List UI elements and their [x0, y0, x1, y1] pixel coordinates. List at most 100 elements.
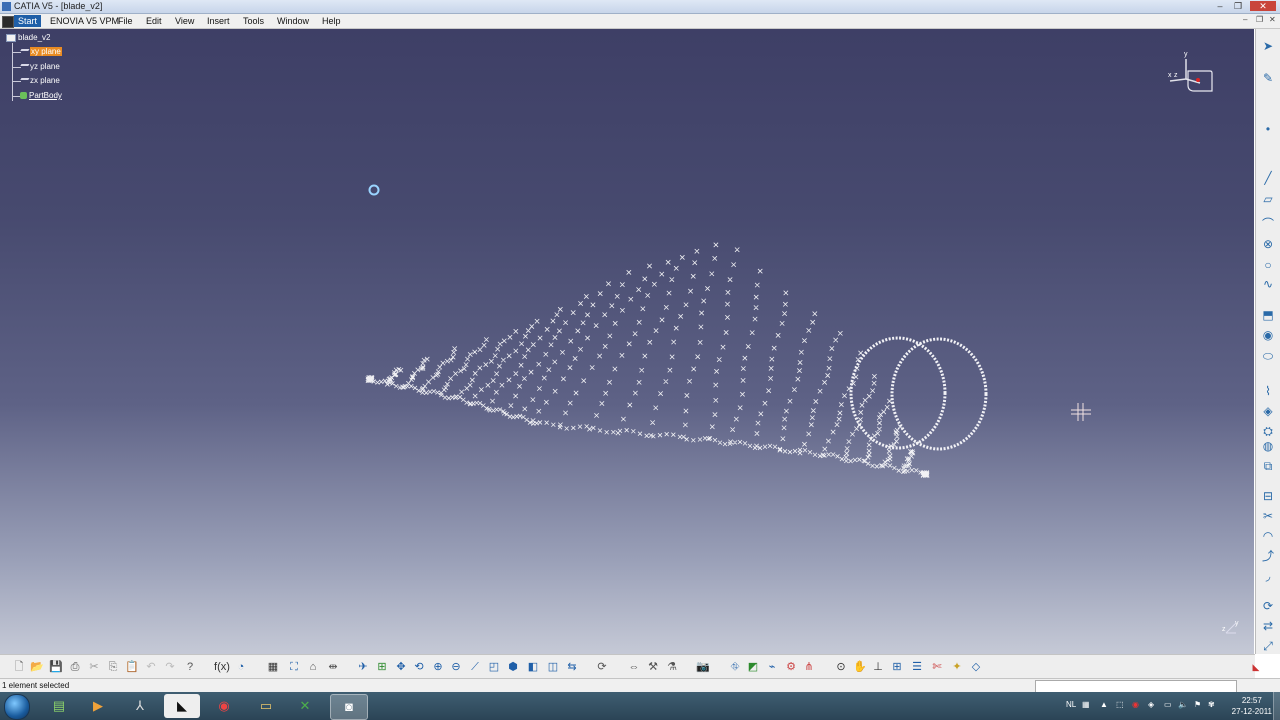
close-button[interactable]: ✕: [1250, 1, 1276, 11]
extract-icon[interactable]: ⤴: [1260, 549, 1276, 563]
catalog-icon[interactable]: ⌂: [305, 659, 321, 675]
cut-icon[interactable]: ✂: [86, 659, 102, 675]
pan-icon[interactable]: ✥: [393, 659, 409, 675]
porcupine-icon[interactable]: ⋔: [801, 659, 817, 675]
rotate-icon[interactable]: ⟲: [411, 659, 427, 675]
swap-space-icon[interactable]: ⇆: [564, 659, 580, 675]
network-icon[interactable]: ▦: [1082, 700, 1090, 709]
scale-icon[interactable]: ⤢: [1260, 639, 1276, 653]
sketch-icon[interactable]: ✎: [1260, 71, 1276, 85]
sweep-icon[interactable]: ⌇: [1260, 384, 1276, 398]
paste-icon[interactable]: 📋: [124, 659, 140, 675]
trim-icon[interactable]: ✂: [1260, 509, 1276, 523]
apply-material-icon[interactable]: ⚗: [664, 659, 680, 675]
transform-tools-icon[interactable]: ⛗: [727, 659, 743, 675]
zoom-in-icon[interactable]: ⊕: [430, 659, 446, 675]
menu-enovia[interactable]: ENOVIA V5 VPM: [50, 15, 119, 27]
whats-this-icon[interactable]: ?: [182, 659, 198, 675]
draft-analysis-icon[interactable]: ◩: [745, 659, 761, 675]
taskbar-explorer-icon[interactable]: ▤: [41, 694, 77, 718]
update-icon[interactable]: ⟳: [594, 659, 610, 675]
blend-icon[interactable]: ◍: [1260, 439, 1276, 453]
capture-icon[interactable]: 📷: [695, 659, 711, 675]
fit-all-icon[interactable]: ⊞: [374, 659, 390, 675]
connect-checker-icon[interactable]: ⚙: [783, 659, 799, 675]
analysis-icon[interactable]: ⚒: [645, 659, 661, 675]
taskbar-app-icon[interactable]: ◣: [164, 694, 200, 718]
show-desktop-button[interactable]: [1273, 692, 1280, 720]
curvature-icon[interactable]: ⌁: [764, 659, 780, 675]
compass-tool-icon[interactable]: ⊙: [833, 659, 849, 675]
projection-icon[interactable]: ⌒: [1260, 217, 1276, 231]
split-icon[interactable]: ⊟: [1260, 489, 1276, 503]
fill-icon[interactable]: ◈: [1260, 404, 1276, 418]
extrude-icon[interactable]: ⬒: [1260, 308, 1276, 322]
tray-app-icon[interactable]: ⬚: [1116, 700, 1124, 709]
intersection-icon[interactable]: ⊗: [1260, 237, 1276, 251]
doc-restore-button[interactable]: ❐: [1256, 15, 1263, 24]
grid-icon[interactable]: ⊞: [889, 659, 905, 675]
iso-view-icon[interactable]: ⬢: [505, 659, 521, 675]
tray-extra-icon[interactable]: ✾: [1208, 700, 1215, 709]
taskbar-clock[interactable]: 22:57 27-12-2011: [1232, 695, 1272, 717]
taskbar-folder-icon[interactable]: ▭: [248, 694, 284, 718]
tray-display-icon[interactable]: ▭: [1164, 700, 1172, 709]
menu-start[interactable]: Start: [14, 15, 42, 27]
join-icon[interactable]: ⧉: [1260, 459, 1276, 473]
normal-view-icon[interactable]: ⟋: [467, 659, 483, 675]
tray-shield-icon[interactable]: ◈: [1148, 700, 1154, 709]
language-indicator[interactable]: NL: [1066, 700, 1076, 709]
open-icon[interactable]: 📂: [29, 659, 45, 675]
copy-icon[interactable]: ⎘: [105, 659, 121, 675]
taskbar-excel-icon[interactable]: ✕: [287, 694, 323, 718]
loft-icon[interactable]: ⛭: [1260, 424, 1276, 438]
scissors-tool-icon[interactable]: ✄: [929, 659, 945, 675]
taskbar-catia-icon[interactable]: ◙: [330, 694, 368, 720]
knowledge-icon[interactable]: ◔: [233, 659, 249, 675]
menu-file[interactable]: File: [118, 15, 133, 27]
table-icon[interactable]: ▦: [265, 659, 281, 675]
show-hidden-icons[interactable]: ▲: [1100, 700, 1108, 709]
menu-edit[interactable]: Edit: [146, 15, 162, 27]
taskbar-media-icon[interactable]: ▶: [80, 694, 116, 718]
stack-icon[interactable]: ☰: [909, 659, 925, 675]
doc-close-button[interactable]: ✕: [1269, 15, 1276, 24]
translate-icon[interactable]: ⇄: [1260, 619, 1276, 633]
fly-mode-icon[interactable]: ✈: [355, 659, 371, 675]
volume-icon[interactable]: 🔈: [1178, 700, 1188, 709]
properties-icon[interactable]: ◇: [968, 659, 984, 675]
tray-security-icon[interactable]: ◉: [1132, 700, 1139, 709]
menu-insert[interactable]: Insert: [207, 15, 230, 27]
maximize-button[interactable]: ❐: [1230, 1, 1246, 11]
measure-icon[interactable]: ⇹: [325, 659, 341, 675]
taskbar-adobe-icon[interactable]: ⅄: [122, 694, 158, 718]
line-icon[interactable]: ╱: [1260, 171, 1276, 185]
cylinder-icon[interactable]: ⬭: [1260, 349, 1276, 363]
minimize-button[interactable]: –: [1212, 1, 1228, 11]
windows-start-button[interactable]: [4, 694, 30, 720]
zoom-out-icon[interactable]: ⊖: [448, 659, 464, 675]
render-icon[interactable]: ✦: [949, 659, 965, 675]
spline-icon[interactable]: ∿: [1260, 277, 1276, 291]
print-icon[interactable]: ⎙: [67, 659, 83, 675]
new-icon[interactable]: 🗋: [11, 659, 27, 675]
point-icon[interactable]: •: [1260, 122, 1276, 136]
graph-icon[interactable]: ⛶: [286, 659, 302, 675]
plane-tool-icon[interactable]: ▱: [1260, 192, 1276, 206]
menu-tools[interactable]: Tools: [243, 15, 264, 27]
redo-icon[interactable]: ↷: [162, 659, 178, 675]
doc-minimize-button[interactable]: –: [1243, 15, 1247, 24]
transform-icon[interactable]: ⟳: [1260, 599, 1276, 613]
menu-help[interactable]: Help: [322, 15, 341, 27]
blade-point-cloud[interactable]: [0, 29, 1254, 654]
revolve-icon[interactable]: ◉: [1260, 328, 1276, 342]
boundary-icon[interactable]: ◠: [1260, 529, 1276, 543]
3d-viewport[interactable]: blade_v2 xy plane yz plane zx plane Part…: [0, 29, 1254, 654]
axis-tool-icon[interactable]: ⊥: [870, 659, 886, 675]
circle-icon[interactable]: ○: [1260, 258, 1276, 272]
formula-icon[interactable]: f(x): [214, 659, 230, 675]
catia-doc-icon[interactable]: [2, 16, 14, 28]
menu-window[interactable]: Window: [277, 15, 309, 27]
taskbar-chrome-icon[interactable]: ◉: [206, 694, 242, 718]
shading-icon[interactable]: ◧: [525, 659, 541, 675]
